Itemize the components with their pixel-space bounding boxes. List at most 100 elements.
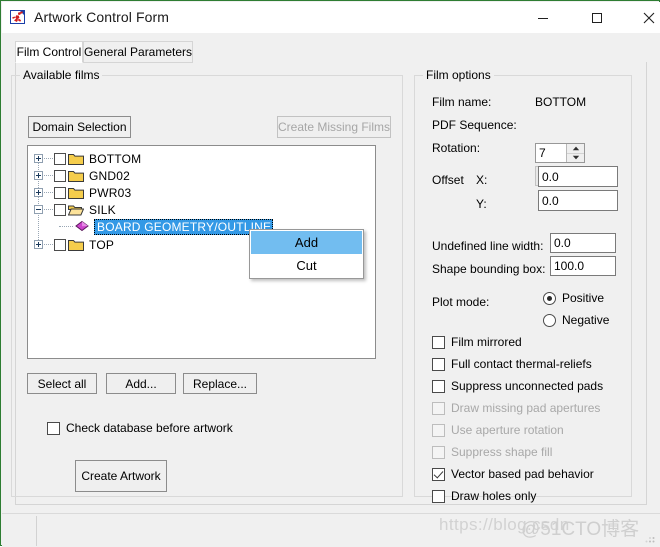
checkbox-box-checked: [432, 467, 445, 481]
offset-x-input[interactable]: 0.0: [538, 166, 618, 187]
create-artwork-label: Create Artwork: [81, 469, 161, 483]
film-options-title: Film options: [423, 68, 494, 82]
context-menu-cut-label: Cut: [296, 258, 317, 273]
replace-film-button[interactable]: Replace...: [183, 373, 257, 394]
add-film-button[interactable]: Add...: [106, 373, 176, 394]
check-database-before-artwork-checkbox[interactable]: Check database before artwork: [47, 421, 233, 435]
create-missing-films-button[interactable]: Create Missing Films: [277, 116, 391, 138]
tree-context-menu[interactable]: Add Cut: [249, 229, 364, 279]
client-area: Film Control General Parameters Availabl…: [2, 33, 660, 513]
tab-general-parameters-label: General Parameters: [83, 45, 193, 59]
expand-icon[interactable]: [34, 240, 43, 249]
plot-mode-positive-label: Positive: [562, 291, 605, 305]
film-mirrored-checkbox[interactable]: Film mirrored: [432, 335, 522, 349]
expand-icon[interactable]: [34, 171, 43, 180]
tree-checkbox[interactable]: [54, 238, 66, 251]
suppress-unconnected-pads-label: Suppress unconnected pads: [451, 379, 604, 393]
undefined-line-width-input[interactable]: 0.0: [550, 233, 616, 253]
close-button[interactable]: [626, 3, 660, 33]
folder-closed-icon: [68, 169, 84, 182]
tree-item-label: SILK: [89, 202, 116, 217]
tree-item-board-geometry-outline[interactable]: BOARD GEOMETRY/OUTLINE: [58, 218, 274, 235]
add-film-label: Add...: [125, 376, 157, 391]
minimize-button[interactable]: [520, 3, 566, 33]
tab-general-parameters[interactable]: General Parameters: [83, 41, 193, 63]
tree-checkbox[interactable]: [54, 152, 66, 165]
close-icon: [643, 12, 655, 24]
tree-item-label: TOP: [89, 237, 115, 252]
radio-dot: [543, 291, 556, 305]
draw-missing-pad-apertures-checkbox: Draw missing pad apertures: [432, 401, 600, 415]
checkbox-box: [432, 357, 445, 371]
plot-mode-negative-radio[interactable]: Negative: [543, 313, 609, 327]
tab-film-control-label: Film Control: [16, 45, 82, 59]
draw-holes-only-checkbox[interactable]: Draw holes only: [432, 489, 536, 503]
full-contact-thermal-reliefs-checkbox[interactable]: Full contact thermal-reliefs: [432, 357, 592, 371]
spin-up-button[interactable]: [567, 144, 584, 153]
tree-checkbox[interactable]: [54, 186, 66, 199]
collapse-icon[interactable]: [34, 205, 43, 214]
context-menu-item-add[interactable]: Add: [251, 231, 362, 254]
domain-selection-button[interactable]: Domain Selection: [28, 116, 131, 138]
offset-x-label: X:: [476, 173, 488, 187]
folder-closed-icon: [68, 152, 84, 165]
spin-down-button[interactable]: [567, 152, 584, 163]
offset-label: Offset: [432, 173, 464, 187]
checkbox-box: [47, 421, 60, 435]
vector-based-pad-behavior-checkbox[interactable]: Vector based pad behavior: [432, 467, 594, 481]
folder-closed-icon: [68, 238, 84, 251]
offset-y-input[interactable]: 0.0: [538, 190, 618, 211]
plot-mode-label: Plot mode:: [432, 295, 490, 309]
resize-grip-icon[interactable]: [644, 532, 656, 544]
app-runner-icon: [10, 9, 27, 26]
checkbox-box: [432, 445, 445, 459]
tree-item-label: PWR03: [89, 185, 132, 200]
chevron-up-icon: [572, 146, 579, 150]
expand-icon[interactable]: [34, 188, 43, 197]
select-all-button[interactable]: Select all: [27, 373, 97, 394]
tree-checkbox[interactable]: [54, 203, 66, 216]
folder-closed-icon: [68, 186, 84, 199]
checkbox-box: [432, 379, 445, 393]
maximize-button[interactable]: [574, 3, 620, 33]
tree-item-silk[interactable]: SILK: [34, 201, 116, 218]
shape-bounding-box-input[interactable]: 100.0: [550, 256, 616, 276]
tree-dotted-connector: [44, 157, 53, 160]
tree-item-gnd02[interactable]: GND02: [34, 167, 130, 184]
title-bar: Artwork Control Form: [2, 2, 660, 33]
tab-film-control[interactable]: Film Control: [15, 41, 83, 63]
tree-dotted-connector: [44, 243, 53, 246]
plot-mode-positive-radio[interactable]: Positive: [543, 291, 604, 305]
suppress-unconnected-pads-checkbox[interactable]: Suppress unconnected pads: [432, 379, 603, 393]
pdf-sequence-stepper[interactable]: 7: [535, 143, 585, 163]
create-artwork-button[interactable]: Create Artwork: [75, 460, 167, 492]
tree-checkbox[interactable]: [54, 169, 66, 182]
tab-strip: Film Control General Parameters: [15, 41, 647, 63]
context-menu-item-cut[interactable]: Cut: [251, 254, 362, 277]
suppress-shape-fill-checkbox: Suppress shape fill: [432, 445, 552, 459]
film-mirrored-label: Film mirrored: [451, 335, 522, 349]
status-bar: [2, 513, 660, 547]
film-name-value: BOTTOM: [535, 95, 587, 109]
film-name-label: Film name:: [432, 95, 492, 109]
use-aperture-rotation-label: Use aperture rotation: [451, 423, 564, 437]
expand-icon[interactable]: [34, 154, 43, 163]
tree-item-bottom[interactable]: BOTTOM: [34, 150, 141, 167]
tree-item-top[interactable]: TOP: [34, 236, 114, 253]
suppress-shape-fill-label: Suppress shape fill: [451, 445, 553, 459]
radio-dot: [543, 313, 556, 327]
folder-open-icon: [67, 203, 85, 216]
status-bar-divider: [36, 516, 37, 546]
offset-y-label: Y:: [476, 197, 487, 211]
tree-item-label: GND02: [89, 168, 131, 183]
domain-selection-label: Domain Selection: [32, 120, 127, 134]
layer-diamond-icon: [74, 220, 90, 233]
checkbox-box: [432, 489, 445, 503]
vector-based-pad-behavior-label: Vector based pad behavior: [451, 467, 594, 481]
draw-holes-only-label: Draw holes only: [451, 489, 537, 503]
pdf-sequence-input[interactable]: 7: [536, 144, 566, 162]
create-missing-films-label: Create Missing Films: [277, 120, 391, 134]
tree-item-pwr03[interactable]: PWR03: [34, 184, 131, 201]
available-films-title: Available films: [20, 68, 103, 82]
checkbox-box: [432, 401, 445, 415]
